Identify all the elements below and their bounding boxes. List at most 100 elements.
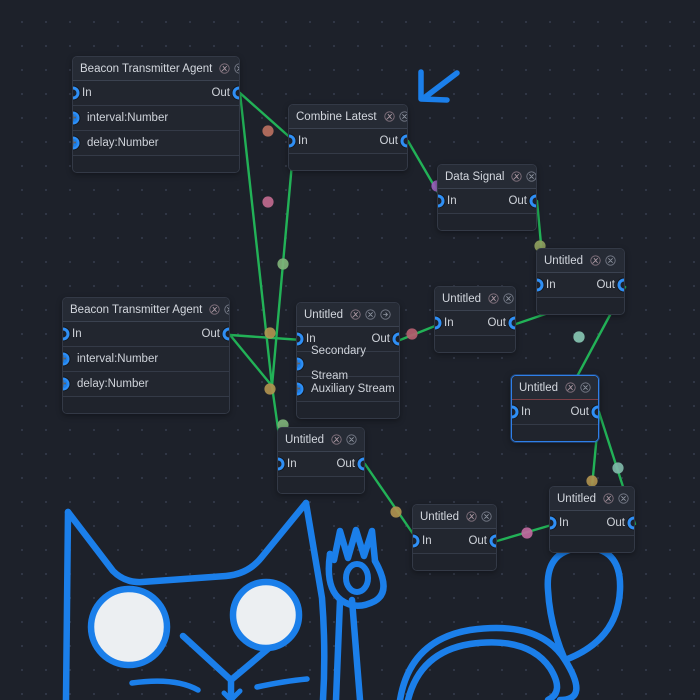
port-in[interactable] [537, 278, 544, 292]
port-out[interactable] [591, 405, 598, 419]
node-title-bar[interactable]: Untitled [435, 287, 515, 311]
node-title-bar[interactable]: Data Signal [438, 165, 536, 189]
port-param[interactable]: ➕ [73, 136, 80, 150]
port-param[interactable]: ➕ [63, 377, 70, 391]
node-title-icons [209, 304, 230, 315]
port-in[interactable] [435, 316, 442, 330]
node-title-bar[interactable]: Untitled [550, 487, 634, 511]
port-out[interactable] [617, 278, 624, 292]
edge-line[interactable] [363, 462, 420, 543]
node-untitled-center[interactable]: UntitledInOut➕Secondary Stream➕Auxiliary… [296, 302, 400, 419]
edit-icon[interactable] [209, 304, 220, 315]
edge-midpoint-dot[interactable] [264, 327, 276, 339]
node-title-bar[interactable]: Untitled [413, 505, 496, 529]
port-plus-icon: ➕ [73, 114, 78, 123]
close-icon[interactable] [234, 63, 240, 74]
port-out[interactable] [489, 534, 496, 548]
close-icon[interactable] [346, 434, 357, 445]
edge-midpoint-dot[interactable] [264, 383, 276, 395]
edge-midpoint-dot[interactable] [521, 527, 533, 539]
node-beacon-2[interactable]: Beacon Transmitter Agent In Out ➕ interval:N… [62, 297, 230, 414]
expand-icon[interactable] [380, 309, 391, 320]
port-in[interactable] [550, 516, 557, 530]
node-title-bar[interactable]: Beacon Transmitter Agent [63, 298, 229, 322]
edit-icon[interactable] [219, 63, 230, 74]
port-out[interactable] [529, 194, 536, 208]
port-param[interactable]: ➕ [63, 352, 70, 366]
close-icon[interactable] [365, 309, 376, 320]
node-untitled-bottom-right[interactable]: Untitled In Out [549, 486, 635, 553]
edge-line[interactable] [228, 333, 274, 388]
edge-midpoint-dot[interactable] [262, 125, 274, 137]
node-beacon-1[interactable]: Beacon Transmitter Agent In Out ➕ interval:N… [72, 56, 240, 173]
close-icon[interactable] [618, 493, 629, 504]
edge-midpoint-dot[interactable] [277, 258, 289, 270]
port-in[interactable] [438, 194, 445, 208]
edge-line[interactable] [238, 91, 274, 388]
port-in[interactable] [413, 534, 420, 548]
node-title-bar[interactable]: Untitled [537, 249, 624, 273]
port-out[interactable] [232, 86, 239, 100]
node-title-bar[interactable]: Untitled [278, 428, 364, 452]
edit-icon[interactable] [565, 382, 576, 393]
port-in[interactable] [289, 134, 296, 148]
close-icon[interactable] [526, 171, 537, 182]
port-out-label: Out [336, 457, 355, 470]
graph-canvas[interactable]: Beacon Transmitter Agent In Out ➕ interval:N… [0, 0, 700, 700]
edit-icon[interactable] [590, 255, 601, 266]
node-combine-latest[interactable]: Combine Latest In Out [288, 104, 408, 171]
edge-midpoint-dot[interactable] [390, 506, 402, 518]
node-title-bar[interactable]: Untitled [297, 303, 399, 327]
port-out[interactable] [508, 316, 515, 330]
edit-icon[interactable] [466, 511, 477, 522]
port-in[interactable] [73, 86, 80, 100]
port-out-label: Out [468, 534, 487, 547]
close-icon[interactable] [580, 382, 591, 393]
port-out[interactable] [222, 327, 229, 341]
edge-line[interactable] [238, 91, 296, 143]
edit-icon[interactable] [331, 434, 342, 445]
port-param[interactable]: ➕ [73, 111, 80, 125]
edge-midpoint-dot[interactable] [573, 331, 585, 343]
node-untitled-mid-right[interactable]: Untitled In Out [434, 286, 516, 353]
node-title-icons [511, 171, 537, 182]
edge-line[interactable] [228, 333, 304, 342]
port-in[interactable] [63, 327, 70, 341]
edit-icon[interactable] [603, 493, 614, 504]
edge-midpoint-dot[interactable] [586, 475, 598, 487]
node-untitled-bottom-mid[interactable]: Untitled In Out [412, 504, 497, 571]
close-icon[interactable] [481, 511, 492, 522]
edge-midpoint-dot[interactable] [406, 328, 418, 340]
edit-icon[interactable] [383, 111, 395, 122]
port-in[interactable] [297, 332, 304, 346]
node-untitled-selected[interactable]: Untitled In Out [511, 375, 599, 442]
port-out[interactable] [627, 516, 634, 530]
port-in[interactable] [512, 405, 519, 419]
close-icon[interactable] [605, 255, 616, 266]
port-out[interactable] [357, 457, 364, 471]
edge-line[interactable] [270, 139, 296, 388]
close-icon[interactable] [224, 304, 230, 315]
edge-midpoint-dot[interactable] [573, 331, 585, 343]
port-param[interactable]: ➕ [297, 382, 304, 396]
node-title-text: Untitled [304, 308, 343, 321]
edge-line[interactable] [495, 522, 557, 543]
node-untitled-top-right[interactable]: Untitled In Out [536, 248, 625, 315]
node-footer [550, 536, 634, 552]
close-icon[interactable] [398, 111, 408, 122]
port-in[interactable] [278, 457, 285, 471]
node-title-bar[interactable]: Beacon Transmitter Agent [73, 57, 239, 81]
edit-icon[interactable] [350, 309, 361, 320]
node-data-signal[interactable]: Data Signal In Out [437, 164, 537, 231]
edge-midpoint-dot[interactable] [612, 462, 624, 474]
edit-icon[interactable] [488, 293, 499, 304]
close-icon[interactable] [503, 293, 514, 304]
node-untitled-lower-left[interactable]: Untitled In Out [277, 427, 365, 494]
edit-icon[interactable] [511, 171, 523, 182]
port-in-label: In [72, 327, 82, 340]
node-title-bar[interactable]: Combine Latest [289, 105, 407, 129]
edge-midpoint-dot[interactable] [262, 196, 274, 208]
port-out[interactable] [400, 134, 407, 148]
node-title-bar[interactable]: Untitled [512, 376, 598, 400]
port-param[interactable]: ➕ [297, 357, 304, 371]
